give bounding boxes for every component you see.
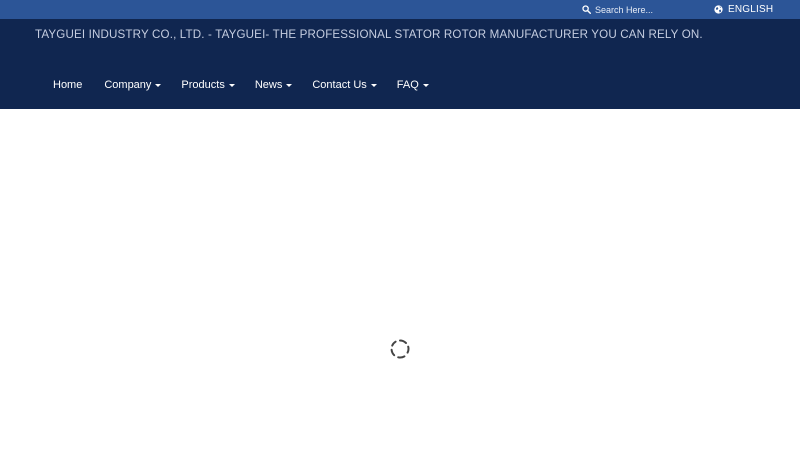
loading-spinner-icon xyxy=(390,339,410,359)
caret-down-icon xyxy=(286,83,293,87)
caret-down-icon xyxy=(155,83,162,87)
nav-faq-label: FAQ xyxy=(396,79,419,91)
language-selector[interactable]: ENGLISH xyxy=(714,3,773,16)
nav-contact-us-label: Contact Us xyxy=(312,79,367,91)
caret-down-icon xyxy=(370,83,377,87)
caret-down-icon xyxy=(228,83,235,87)
main-nav: Home Company Products News Contact Us FA… xyxy=(43,75,439,95)
nav-faq[interactable]: FAQ xyxy=(387,75,439,95)
nav-products-label: Products xyxy=(181,79,225,91)
nav-news[interactable]: News xyxy=(245,75,303,95)
search-icon xyxy=(582,5,591,14)
nav-home-label: Home xyxy=(53,79,83,91)
site-tagline: TAYGUEI INDUSTRY CO., LTD. - TAYGUEI- TH… xyxy=(35,28,703,41)
top-bar: ENGLISH xyxy=(0,0,800,19)
nav-company-label: Company xyxy=(104,79,152,91)
search-box[interactable] xyxy=(582,3,705,16)
caret-down-icon xyxy=(422,83,429,87)
search-input[interactable] xyxy=(595,3,705,16)
globe-icon xyxy=(714,5,723,14)
language-label: ENGLISH xyxy=(728,4,774,15)
nav-home[interactable]: Home xyxy=(43,75,94,95)
nav-contact-us[interactable]: Contact Us xyxy=(302,75,386,95)
nav-company[interactable]: Company xyxy=(94,75,171,95)
nav-news-label: News xyxy=(254,79,283,91)
nav-products[interactable]: Products xyxy=(171,75,244,95)
site-header: TAYGUEI INDUSTRY CO., LTD. - TAYGUEI- TH… xyxy=(0,19,800,109)
